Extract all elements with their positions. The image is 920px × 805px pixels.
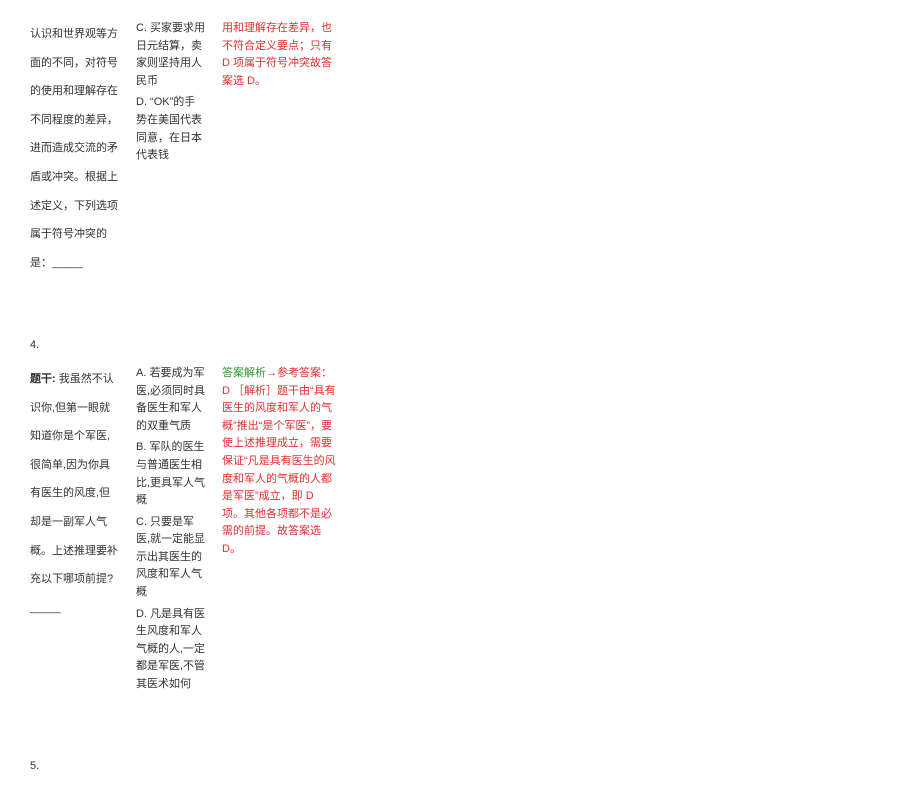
q4-stem-text: 我虽然不认识你,但第一眼就知道你是个军医,很简单,因为你具有医生的风度,但却是一… (30, 373, 118, 614)
q4-number: 4. (30, 337, 890, 355)
q4-answer-label: 答案解析 (222, 367, 266, 379)
q4-option-a: A. 若要成为军医,必须同时具备医生和军人的双重气质 (136, 365, 206, 435)
q3-option-d: D. “OK”的手势在美国代表同意，在日本代表钱 (136, 94, 206, 164)
question-4-row: 题干: 我虽然不认识你,但第一眼就知道你是个军医,很简单,因为你具有医生的风度,… (30, 365, 890, 698)
q4-options: A. 若要成为军医,必须同时具备医生和军人的双重气质 B. 军队的医生与普通医生… (136, 365, 206, 698)
question-3-row: 认识和世界观等方面的不同，对符号的使用和理解存在不同程度的差异，进而造成交流的矛… (30, 20, 890, 277)
q4-stem: 题干: 我虽然不认识你,但第一眼就知道你是个军医,很简单,因为你具有医生的风度,… (30, 365, 120, 622)
q4-stem-label: 题干: (30, 373, 56, 385)
q4-analysis-text: ［解析］题干由“具有医生的风度和军人的气概”推出“是个军医”，要使上述推理成立，… (222, 385, 336, 555)
q3-analysis: 用和理解存在差异，也不符合定义要点；只有 D 项属于符号冲突故答案选 D。 (222, 20, 337, 90)
q3-options: C. 买家要求用日元结算，卖家则坚持用人民币 D. “OK”的手势在美国代表同意… (136, 20, 206, 169)
q4-option-b: B. 军队的医生与普通医生相比,更具军人气概 (136, 439, 206, 509)
q3-stem: 认识和世界观等方面的不同，对符号的使用和理解存在不同程度的差异，进而造成交流的矛… (30, 20, 120, 277)
q4-option-c: C. 只要是军医,就一定能显示出其医生的风度和军人气概 (136, 514, 206, 602)
q4-option-d: D. 凡是具有医生风度和军人气概的人,一定都是军医,不管其医术如何 (136, 606, 206, 694)
q4-analysis: 答案解析→参考答案：D ［解析］题干由“具有医生的风度和军人的气概”推出“是个军… (222, 365, 337, 559)
q5-number: 5. (30, 758, 890, 776)
q3-option-c: C. 买家要求用日元结算，卖家则坚持用人民币 (136, 20, 206, 90)
